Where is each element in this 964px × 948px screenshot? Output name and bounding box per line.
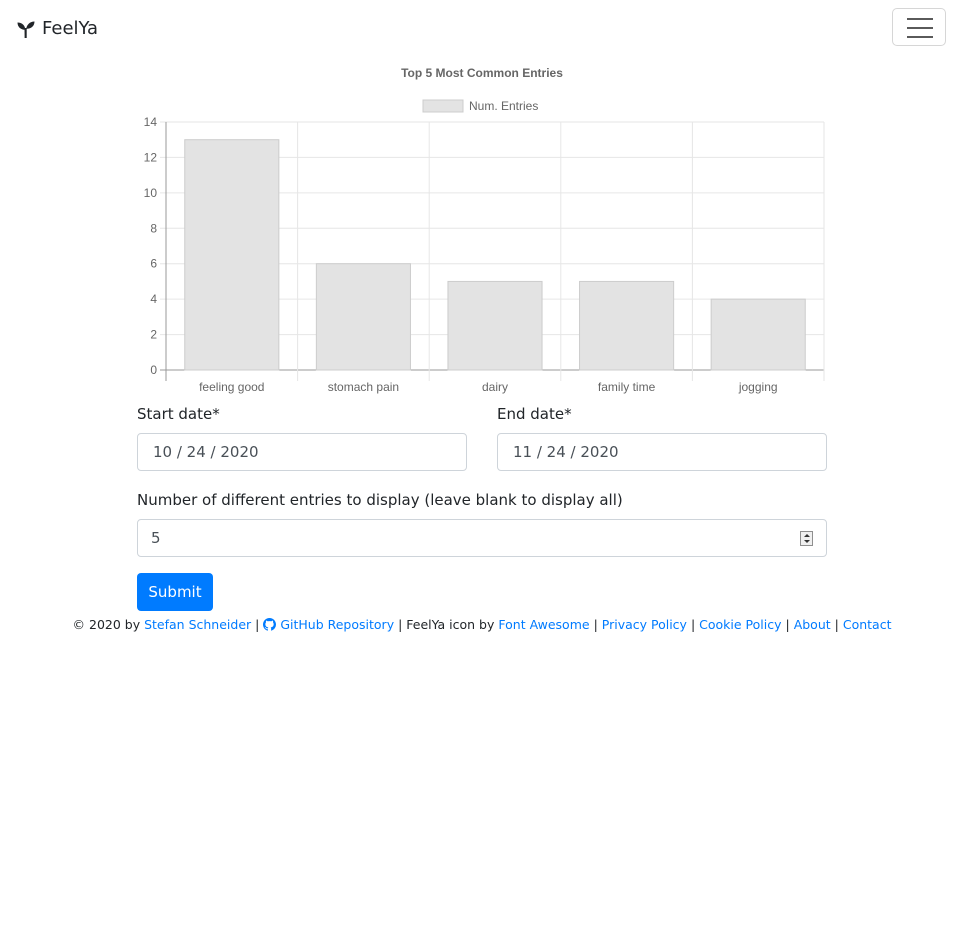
start-date-input[interactable]: 10 / 24 / 2020 [137, 433, 467, 471]
contact-link[interactable]: Contact [843, 617, 892, 632]
y-tick-label: 8 [150, 221, 157, 235]
y-tick-label: 2 [150, 328, 157, 342]
navbar: FeelYa [0, 0, 964, 58]
hamburger-menu-icon-bar [907, 36, 933, 38]
entry-count-input[interactable]: 5 [137, 519, 827, 557]
number-spinner-icon[interactable] [800, 531, 813, 546]
bar[interactable] [579, 280, 675, 371]
end-date-label: End date* [497, 405, 572, 423]
footer-separator: | [690, 617, 696, 632]
submit-button[interactable]: Submit [137, 573, 213, 611]
about-link[interactable]: About [794, 617, 831, 632]
github-repo-label: GitHub Repository [280, 617, 395, 632]
brand-name: FeelYa [42, 18, 99, 39]
y-tick-label: 6 [150, 257, 157, 271]
navbar-toggler-button[interactable] [892, 8, 946, 46]
footer-separator: | [593, 617, 598, 632]
end-date-input[interactable]: 11 / 24 / 2020 [497, 433, 827, 471]
copyright-text: © 2020 by [72, 617, 141, 632]
chart-container: Top 5 Most Common Entries Num. Entries 0… [100, 58, 864, 400]
entry-count-label: Number of different entries to display (… [137, 491, 623, 509]
footer-separator: | [785, 617, 790, 632]
github-icon [263, 618, 277, 631]
privacy-policy-link[interactable]: Privacy Policy [602, 617, 687, 632]
entry-count-value: 5 [151, 529, 161, 547]
cookie-policy-link[interactable]: Cookie Policy [699, 617, 781, 632]
x-tick-label: family time [598, 380, 656, 394]
legend-swatch [422, 99, 464, 113]
x-tick-label: stomach pain [328, 380, 399, 394]
y-tick-label: 4 [150, 292, 157, 306]
icon-credit-text: | FeelYa icon by [398, 617, 495, 632]
x-tick-label: jogging [738, 380, 778, 394]
hamburger-menu-icon [907, 18, 933, 20]
bar[interactable] [447, 280, 543, 371]
y-tick-label: 10 [144, 186, 158, 200]
bar[interactable] [710, 298, 806, 371]
footer-separator: | [255, 617, 260, 632]
legend-label[interactable]: Num. Entries [469, 99, 538, 113]
bar-chart: Top 5 Most Common Entries Num. Entries 0… [144, 66, 825, 394]
chart-title: Top 5 Most Common Entries [401, 66, 563, 80]
brand-link[interactable]: FeelYa [16, 18, 98, 39]
bar[interactable] [315, 263, 411, 371]
seedling-icon [17, 21, 35, 38]
github-repo-link[interactable]: GitHub Repository [263, 617, 394, 632]
x-tick-label: dairy [482, 380, 508, 394]
hamburger-menu-icon-bar [907, 27, 933, 29]
footer-separator: | [834, 617, 839, 632]
author-link[interactable]: Stefan Schneider [144, 617, 251, 632]
bar[interactable] [184, 139, 280, 371]
y-tick-label: 0 [150, 363, 157, 377]
footer: © 2020 by Stefan Schneider | GitHub Repo… [0, 617, 964, 632]
y-tick-label: 14 [144, 115, 158, 129]
start-date-label: Start date* [137, 405, 220, 423]
font-awesome-link[interactable]: Font Awesome [498, 617, 589, 632]
y-tick-label: 12 [144, 150, 158, 164]
x-tick-label: feeling good [199, 380, 264, 394]
